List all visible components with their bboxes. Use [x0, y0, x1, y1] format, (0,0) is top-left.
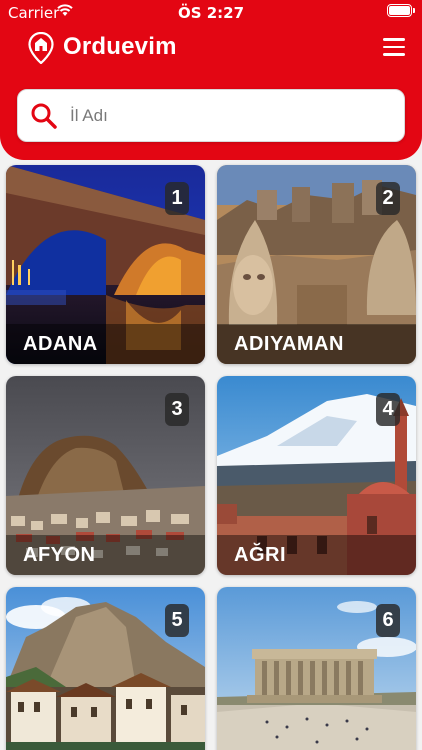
province-name: ADIYAMAN: [217, 324, 416, 364]
province-name: ADANA: [6, 324, 205, 364]
status-bar: Carrier ÖS 2:27: [0, 0, 422, 24]
province-number-badge: 1: [165, 182, 189, 215]
search-icon: [31, 103, 57, 129]
province-card-6[interactable]: 6: [217, 587, 416, 750]
location-pin-icon: [28, 32, 54, 64]
province-name: AĞRI: [217, 535, 416, 575]
app-title: Orduevim: [63, 33, 177, 60]
province-number-badge: 3: [165, 393, 189, 426]
province-card-afyon[interactable]: 3 AFYON: [6, 376, 205, 575]
hamburger-menu-icon[interactable]: [383, 38, 405, 56]
province-card-agri[interactable]: 4 AĞRI: [217, 376, 416, 575]
province-number-badge: 5: [165, 604, 189, 637]
app-header: Carrier ÖS 2:27 Orduevim: [0, 0, 422, 160]
clock: ÖS 2:27: [177, 4, 245, 22]
province-card-5[interactable]: 5: [6, 587, 205, 750]
province-card-adiyaman[interactable]: 2 ADIYAMAN: [217, 165, 416, 364]
province-card-adana[interactable]: 1 ADANA: [6, 165, 205, 364]
search-input[interactable]: [70, 100, 390, 132]
search-box: [17, 89, 405, 142]
province-name: AFYON: [6, 535, 205, 575]
province-number-badge: 2: [376, 182, 400, 215]
province-number-badge: 4: [376, 393, 400, 426]
battery-icon: [387, 4, 415, 17]
province-number-badge: 6: [376, 604, 400, 637]
